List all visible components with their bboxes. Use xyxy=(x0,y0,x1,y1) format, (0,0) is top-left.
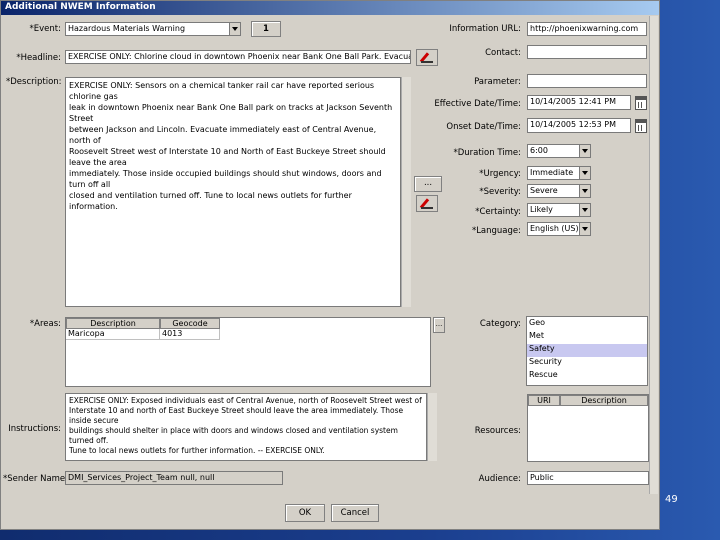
language-value: English (US) xyxy=(530,224,579,233)
severity-label: *Severity: xyxy=(479,187,521,197)
description-textarea[interactable]: EXERCISE ONLY: Sensors on a chemical tan… xyxy=(65,77,401,307)
severity-select[interactable]: Severe xyxy=(527,184,591,198)
list-item[interactable]: Safety xyxy=(527,344,647,357)
information-url-field[interactable]: http://phoenixwarning.com xyxy=(527,22,647,36)
areas-header-geocode[interactable]: Geocode xyxy=(160,318,220,329)
headline-edit-icon[interactable] xyxy=(416,49,438,66)
resources-header-description[interactable]: Description xyxy=(560,395,648,406)
chevron-down-icon xyxy=(229,23,240,35)
event-info-button[interactable]: 1 xyxy=(251,21,281,37)
chevron-down-icon xyxy=(579,223,590,235)
dialog-title-bar: Additional NWEM Information xyxy=(1,1,659,15)
areas-table[interactable]: Description Geocode Maricopa 4013 xyxy=(65,317,431,387)
urgency-label: *Urgency: xyxy=(479,169,521,179)
table-row-description[interactable]: Maricopa xyxy=(66,329,160,340)
urgency-select[interactable]: Immediate xyxy=(527,166,591,180)
language-select[interactable]: English (US) xyxy=(527,222,591,236)
contact-field[interactable] xyxy=(527,45,647,59)
cancel-button[interactable]: Cancel xyxy=(331,504,379,522)
severity-value: Severe xyxy=(530,186,558,195)
effective-label: Effective Date/Time: xyxy=(434,99,521,109)
event-label: *Event: xyxy=(29,24,61,34)
description-scrollbar[interactable] xyxy=(401,77,411,307)
ok-button[interactable]: OK xyxy=(285,504,325,522)
list-item[interactable]: Rescue xyxy=(527,370,647,383)
description-ellipsis-button[interactable]: ... xyxy=(414,176,442,192)
chevron-down-icon xyxy=(579,185,590,197)
calendar-icon[interactable] xyxy=(635,119,647,133)
contact-label: Contact: xyxy=(485,48,521,58)
resources-label: Resources: xyxy=(474,426,521,436)
chevron-down-icon xyxy=(579,167,590,179)
instructions-textarea[interactable]: EXERCISE ONLY: Exposed individuals east … xyxy=(65,393,427,461)
calendar-icon[interactable] xyxy=(635,96,647,110)
list-item[interactable]: Geo xyxy=(527,318,647,331)
nwem-dialog: Additional NWEM Information *Event: Haza… xyxy=(0,0,660,530)
instructions-scrollbar[interactable] xyxy=(427,393,437,461)
headline-label: *Headline: xyxy=(16,53,61,63)
description-edit-icon[interactable] xyxy=(416,195,438,212)
parameter-field[interactable] xyxy=(527,74,647,88)
duration-label: *Duration Time: xyxy=(453,148,521,158)
chevron-down-icon xyxy=(579,145,590,157)
list-item[interactable]: Security xyxy=(527,357,647,370)
headline-field[interactable]: EXERCISE ONLY: Chlorine cloud in downtow… xyxy=(65,50,411,64)
event-select[interactable]: Hazardous Materials Warning xyxy=(65,22,241,36)
duration-select[interactable]: 6:00 xyxy=(527,144,591,158)
chevron-down-icon xyxy=(579,204,590,216)
category-label: Category: xyxy=(479,319,521,329)
instructions-label: Instructions: xyxy=(8,424,61,434)
slide-number: 49 xyxy=(665,494,678,505)
audience-label: Audience: xyxy=(478,474,521,484)
parameter-label: Parameter: xyxy=(474,77,521,87)
onset-field[interactable]: 10/14/2005 12:53 PM xyxy=(527,118,631,133)
onset-label: Onset Date/Time: xyxy=(446,122,521,132)
certainty-label: *Certainty: xyxy=(475,207,521,217)
event-value: Hazardous Materials Warning xyxy=(68,24,186,33)
urgency-value: Immediate xyxy=(530,168,574,177)
audience-field[interactable]: Public xyxy=(527,471,649,485)
dialog-title: Additional NWEM Information xyxy=(5,2,156,12)
areas-label: *Areas: xyxy=(29,319,61,329)
table-row-geocode[interactable]: 4013 xyxy=(160,329,220,340)
dialog-scrollbar[interactable] xyxy=(649,16,658,494)
list-item[interactable]: Met xyxy=(527,331,647,344)
resources-table[interactable]: URI Description xyxy=(527,394,649,462)
duration-value: 6:00 xyxy=(530,146,548,155)
effective-field[interactable]: 10/14/2005 12:41 PM xyxy=(527,95,631,110)
language-label: *Language: xyxy=(471,226,521,236)
certainty-select[interactable]: Likely xyxy=(527,203,591,217)
information-url-label: Information URL: xyxy=(449,24,521,34)
sender-name-field: DMI_Services_Project_Team null, null xyxy=(65,471,283,485)
resources-header-uri[interactable]: URI xyxy=(528,395,560,406)
certainty-value: Likely xyxy=(530,205,553,214)
description-label: *Description: xyxy=(6,77,62,87)
areas-header-description[interactable]: Description xyxy=(66,318,160,329)
sender-name-label: *Sender Name: xyxy=(3,474,69,484)
